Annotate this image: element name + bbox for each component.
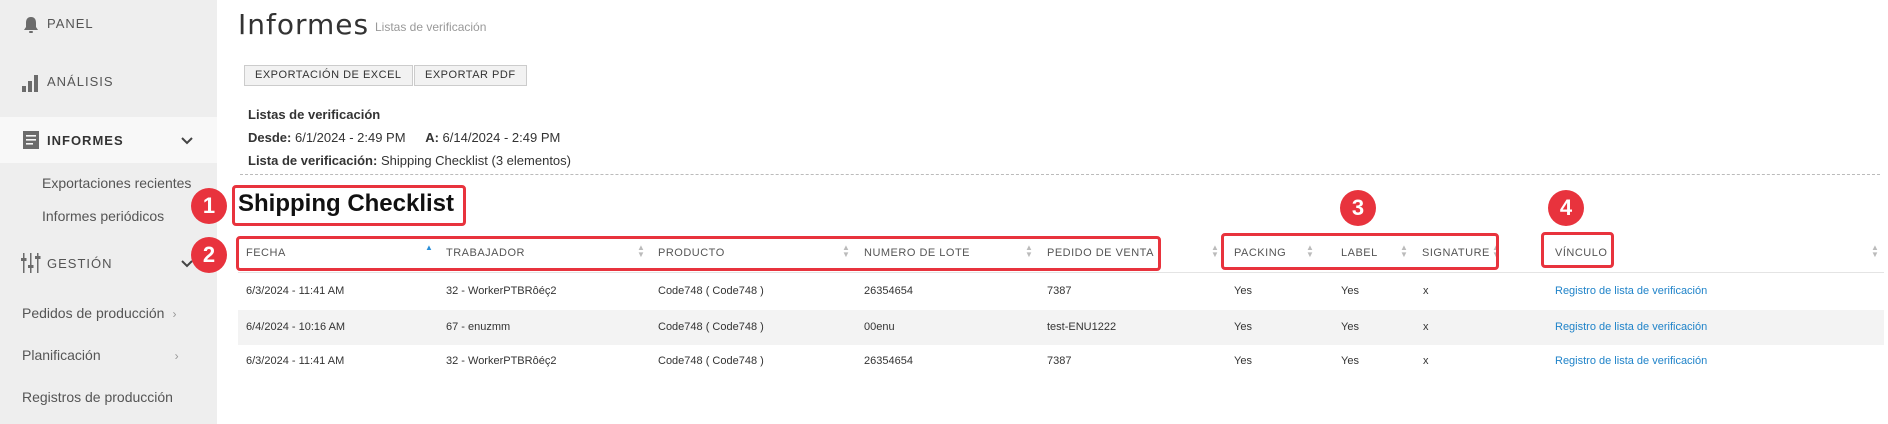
meta-checklist: Lista de verificación: Shipping Checklis… bbox=[248, 153, 571, 168]
cell-signature: x bbox=[1423, 321, 1429, 333]
table-row: 6/3/2024 - 11:41 AM 32 - WorkerPTBRôéç2 … bbox=[238, 274, 1884, 309]
annotation-box-2 bbox=[236, 236, 1161, 271]
sidebar-item-label: ANÁLISIS bbox=[47, 73, 114, 89]
cell-label: Yes bbox=[1341, 285, 1359, 297]
annotation-badge-2: 2 bbox=[191, 237, 227, 273]
cell-packing: Yes bbox=[1234, 355, 1252, 367]
to-value: 6/14/2024 - 2:49 PM bbox=[442, 130, 561, 145]
cell-producto: Code748 ( Code748 ) bbox=[658, 321, 764, 333]
table-row: 6/4/2024 - 10:16 AM 67 - enuzmm Code748 … bbox=[238, 310, 1884, 345]
cell-producto: Code748 ( Code748 ) bbox=[658, 355, 764, 367]
cell-numero-de-lote: 26354654 bbox=[864, 285, 913, 297]
sidebar-item-analisis[interactable]: ANÁLISIS bbox=[0, 66, 217, 96]
cell-trabajador: 32 - WorkerPTBRôéç2 bbox=[446, 355, 557, 367]
cell-producto: Code748 ( Code748 ) bbox=[658, 285, 764, 297]
dashed-divider bbox=[240, 174, 1880, 175]
sliders-icon bbox=[20, 252, 42, 274]
sidebar-subitem-recent-exports[interactable]: Exportaciones recientes bbox=[42, 175, 191, 191]
checklist-record-link[interactable]: Registro de lista de verificación bbox=[1555, 321, 1707, 333]
sidebar-subitem-periodic-reports[interactable]: Informes periódicos bbox=[42, 208, 164, 224]
cell-packing: Yes bbox=[1234, 321, 1252, 333]
sidebar-subitem-label: Planificación bbox=[22, 347, 101, 363]
annotation-badge-4: 4 bbox=[1548, 190, 1584, 226]
checklist-record-link[interactable]: Registro de lista de verificación bbox=[1555, 285, 1707, 297]
table-header-divider bbox=[238, 272, 1884, 273]
bell-icon bbox=[20, 12, 42, 34]
sidebar-subitem-production-records[interactable]: Registros de producción bbox=[22, 389, 173, 405]
cell-pedido-de-venta: 7387 bbox=[1047, 355, 1072, 367]
sort-icon[interactable]: ▲ ▼ bbox=[1871, 244, 1879, 259]
sidebar-item-informes[interactable]: INFORMES bbox=[0, 117, 217, 163]
cell-numero-de-lote: 26354654 bbox=[864, 355, 913, 367]
cell-numero-de-lote: 00enu bbox=[864, 321, 895, 333]
cell-fecha: 6/3/2024 - 11:41 AM bbox=[246, 355, 345, 367]
cell-trabajador: 32 - WorkerPTBRôéç2 bbox=[446, 285, 557, 297]
cell-label: Yes bbox=[1341, 355, 1359, 367]
chevron-right-icon: › bbox=[172, 307, 177, 321]
sidebar-subitem-production-orders[interactable]: Pedidos de producción › bbox=[22, 305, 176, 321]
annotation-box-3 bbox=[1221, 233, 1499, 270]
page-subtitle: Listas de verificación bbox=[375, 20, 487, 34]
cell-pedido-de-venta: test-ENU1222 bbox=[1047, 321, 1117, 333]
cell-packing: Yes bbox=[1234, 285, 1252, 297]
checklist-record-link[interactable]: Registro de lista de verificación bbox=[1555, 355, 1707, 367]
sidebar-item-panel[interactable]: PANEL bbox=[0, 8, 217, 38]
pdf-export-button[interactable]: EXPORTAR PDF bbox=[414, 65, 527, 86]
from-value: 6/1/2024 - 2:49 PM bbox=[294, 130, 406, 145]
checklist-value: Shipping Checklist (3 elementos) bbox=[380, 153, 571, 168]
annotation-badge-3: 3 bbox=[1340, 190, 1376, 226]
sidebar-item-gestion[interactable]: GESTIÓN bbox=[0, 248, 217, 278]
chevron-right-icon: › bbox=[174, 349, 179, 363]
annotation-badge-1: 1 bbox=[191, 188, 227, 224]
bar-chart-icon bbox=[20, 70, 42, 92]
excel-export-button[interactable]: EXPORTACIÓN DE EXCEL bbox=[244, 65, 413, 86]
cell-trabajador: 67 - enuzmm bbox=[446, 321, 511, 333]
annotation-box-1 bbox=[232, 185, 466, 226]
chevron-down-icon[interactable] bbox=[181, 132, 193, 148]
meta-heading: Listas de verificación bbox=[248, 107, 381, 122]
sidebar-item-label: PANEL bbox=[47, 15, 94, 31]
page-title: Informes bbox=[238, 8, 370, 41]
sidebar-item-label: GESTIÓN bbox=[47, 255, 113, 271]
checklist-label: Lista de verificación: bbox=[248, 153, 378, 168]
cell-fecha: 6/3/2024 - 11:41 AM bbox=[246, 285, 345, 297]
sidebar-subitem-label: Registros de producción bbox=[22, 389, 173, 405]
sort-icon[interactable]: ▲ ▼ bbox=[1211, 244, 1219, 259]
table-row: 6/3/2024 - 11:41 AM 32 - WorkerPTBRôéç2 … bbox=[238, 344, 1884, 379]
sidebar-subitem-planning[interactable]: Planificación › bbox=[22, 347, 179, 363]
cell-pedido-de-venta: 7387 bbox=[1047, 285, 1072, 297]
from-label: Desde: bbox=[248, 130, 292, 145]
annotation-box-4 bbox=[1541, 232, 1614, 268]
to-label: A: bbox=[425, 130, 439, 145]
cell-label: Yes bbox=[1341, 321, 1359, 333]
meta-date-range: Desde: 6/1/2024 - 2:49 PM A: 6/14/2024 -… bbox=[248, 130, 560, 145]
cell-signature: x bbox=[1423, 285, 1429, 297]
cell-signature: x bbox=[1423, 355, 1429, 367]
sidebar: PANEL ANÁLISIS INFORMES Exportaciones re… bbox=[0, 0, 217, 424]
cell-fecha: 6/4/2024 - 10:16 AM bbox=[246, 321, 346, 333]
sidebar-item-label: INFORMES bbox=[47, 132, 124, 148]
report-icon bbox=[20, 128, 42, 150]
sidebar-subitem-label: Pedidos de producción bbox=[22, 305, 165, 321]
